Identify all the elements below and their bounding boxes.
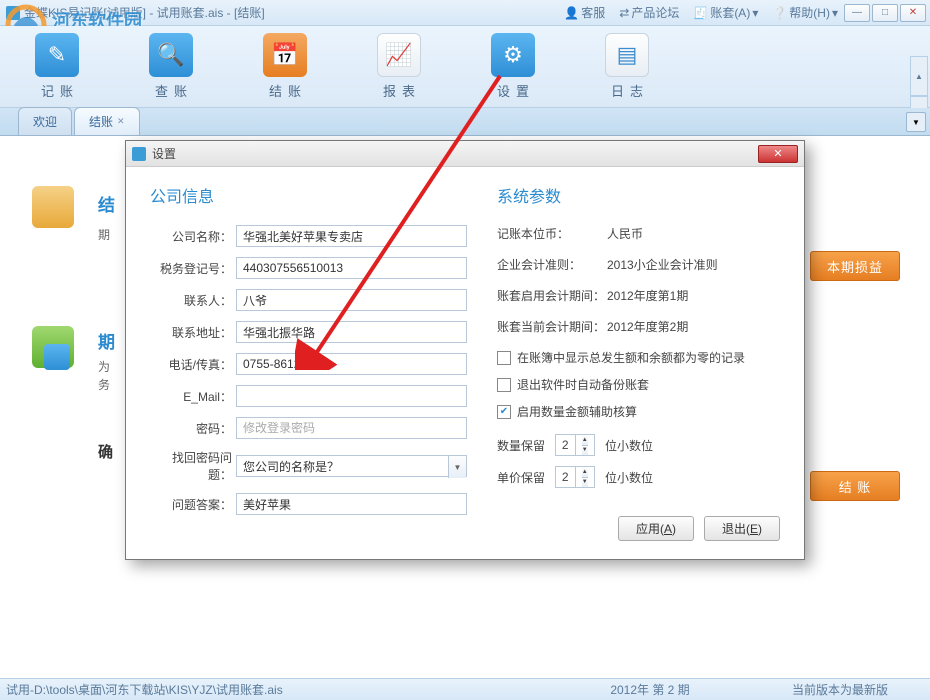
label-qty-post: 位小数位: [605, 437, 653, 454]
label-company: 公司名称: [150, 228, 236, 245]
chevron-up-icon[interactable]: ▲: [582, 467, 588, 478]
settings-dialog: 设置 ✕ 公司信息 公司名称 税务登记号 联系人 联系地址 电话/传: [125, 140, 805, 560]
checkbox-icon: [497, 351, 511, 365]
dialog-title: 设置: [152, 145, 758, 162]
label-price-post: 位小数位: [605, 469, 653, 486]
statusbar-version: 当前版本为最新版: [750, 681, 930, 698]
company-info-title: 公司信息: [150, 183, 467, 207]
app-icon: [6, 6, 20, 20]
bg-heading-3: 确: [98, 441, 113, 462]
chart-icon: 📈: [377, 33, 421, 77]
label-contact: 联系人: [150, 292, 236, 309]
record-icon: ✎: [35, 33, 79, 77]
link-help[interactable]: ❔帮助(H) ▾: [772, 4, 838, 21]
input-answer[interactable]: [236, 493, 467, 515]
bg-heading-1: 结: [98, 191, 115, 216]
calendar-icon: 📅: [263, 33, 307, 77]
ribbon-scroll-up[interactable]: ▲: [910, 56, 928, 96]
value-curr-period: 2012年度第2期: [607, 318, 688, 335]
ribbon-close-period[interactable]: 📅 结账: [250, 29, 320, 104]
bg-heading-2: 期: [98, 328, 115, 353]
stepper-price-value: 2: [556, 467, 575, 487]
label-standard: 企业会计准则: [497, 256, 607, 273]
value-start-period: 2012年度第1期: [607, 287, 688, 304]
chevron-up-icon[interactable]: ▲: [582, 435, 588, 446]
input-tax[interactable]: [236, 257, 467, 279]
bg-text-2b: 务: [98, 376, 110, 393]
link-customer-service[interactable]: 👤客服: [564, 4, 605, 21]
value-standard: 2013小企业会计准则: [607, 256, 718, 273]
profit-loss-button[interactable]: 本期损益: [810, 251, 900, 281]
exit-button[interactable]: 退出(E): [704, 516, 780, 541]
system-params-title: 系统参数: [497, 183, 780, 207]
ribbon-settings[interactable]: ⚙ 设置: [478, 29, 548, 104]
gear-icon: ⚙: [491, 33, 535, 77]
checkbox-quantity-amount[interactable]: ✔ 启用数量金额辅助核算: [497, 403, 780, 420]
input-contact[interactable]: [236, 289, 467, 311]
search-icon: 🔍: [149, 33, 193, 77]
checkbox-show-zero[interactable]: 在账簿中显示总发生额和余额都为零的记录: [497, 349, 780, 366]
input-email[interactable]: [236, 385, 467, 407]
link-forum[interactable]: ⇄产品论坛: [619, 4, 679, 21]
apply-button[interactable]: 应用(A): [618, 516, 694, 541]
input-password[interactable]: [236, 417, 467, 439]
chevron-down-icon[interactable]: ▼: [448, 456, 466, 478]
stepper-qty-value: 2: [556, 435, 575, 455]
bg-text-1: 期: [98, 226, 110, 243]
tab-closing[interactable]: 结账 ✕: [74, 107, 140, 135]
label-phone: 电话/传真: [150, 356, 236, 373]
checkbox-auto-backup[interactable]: 退出软件时自动备份账套: [497, 376, 780, 393]
input-company[interactable]: [236, 225, 467, 247]
document-tabsbar: 欢迎 结账 ✕ ▼: [0, 108, 930, 136]
checkbox-icon: [497, 378, 511, 392]
label-tax: 税务登记号: [150, 260, 236, 277]
tab-welcome[interactable]: 欢迎: [18, 107, 72, 135]
ribbon-report[interactable]: 📈 报表: [364, 29, 434, 104]
window-titlebar: 金蝶KIS易记账[试用版] - 试用账套.ais - [结账] 👤客服 ⇄产品论…: [0, 0, 930, 26]
statusbar-path: 试用-D:\tools\桌面\河东下载站\KIS\YJZ\试用账套.ais: [0, 681, 550, 698]
input-address[interactable]: [236, 321, 467, 343]
label-curr-period: 账套当前会计期间: [497, 318, 607, 335]
tab-close-icon[interactable]: ✕: [117, 116, 125, 127]
input-phone[interactable]: [236, 353, 467, 375]
window-title: 金蝶KIS易记账[试用版] - 试用账套.ais - [结账]: [24, 4, 265, 21]
window-close-button[interactable]: ✕: [900, 4, 926, 22]
label-answer: 问题答案: [150, 496, 236, 513]
ribbon-record[interactable]: ✎ 记账: [22, 29, 92, 104]
dialog-icon: [132, 147, 146, 161]
label-start-period: 账套启用会计期间: [497, 287, 607, 304]
combo-question[interactable]: 您公司的名称是？ ▼: [236, 455, 467, 477]
label-email: E_Mail: [150, 388, 236, 405]
statusbar: 试用-D:\tools\桌面\河东下载站\KIS\YJZ\试用账套.ais 20…: [0, 678, 930, 700]
log-icon: ▤: [605, 33, 649, 77]
label-qty-pre: 数量保留: [497, 437, 545, 454]
chevron-down-icon[interactable]: ▼: [582, 446, 588, 456]
statusbar-period: 2012年 第 2 期: [550, 681, 750, 698]
stepper-qty[interactable]: 2 ▲▼: [555, 434, 595, 456]
closing-button[interactable]: 结 账: [810, 471, 900, 501]
value-currency: 人民币: [607, 225, 643, 242]
card-icon-2b: [44, 344, 70, 370]
label-question: 找回密码问题: [150, 449, 236, 483]
label-password: 密码: [150, 420, 236, 437]
chevron-down-icon[interactable]: ▼: [582, 478, 588, 488]
label-currency: 记账本位币: [497, 225, 607, 242]
tabs-dropdown[interactable]: ▼: [906, 112, 926, 132]
dialog-titlebar[interactable]: 设置 ✕: [126, 141, 804, 167]
checkbox-checked-icon: ✔: [497, 405, 511, 419]
label-address: 联系地址: [150, 324, 236, 341]
combo-question-value: 您公司的名称是？: [243, 458, 339, 475]
ribbon-log[interactable]: ▤ 日志: [592, 29, 662, 104]
link-accounts[interactable]: 🧾账套(A) ▾: [693, 4, 758, 21]
card-icon-1: [32, 186, 74, 228]
dialog-close-button[interactable]: ✕: [758, 145, 798, 163]
label-price-pre: 单价保留: [497, 469, 545, 486]
ribbon-search[interactable]: 🔍 查账: [136, 29, 206, 104]
window-maximize-button[interactable]: □: [872, 4, 898, 22]
ribbon-toolbar: ✎ 记账 🔍 查账 📅 结账 📈 报表 ⚙ 设置 ▤ 日志 ▲ ▼: [0, 26, 930, 108]
bg-text-2: 为: [98, 358, 110, 375]
stepper-price[interactable]: 2 ▲▼: [555, 466, 595, 488]
window-minimize-button[interactable]: —: [844, 4, 870, 22]
